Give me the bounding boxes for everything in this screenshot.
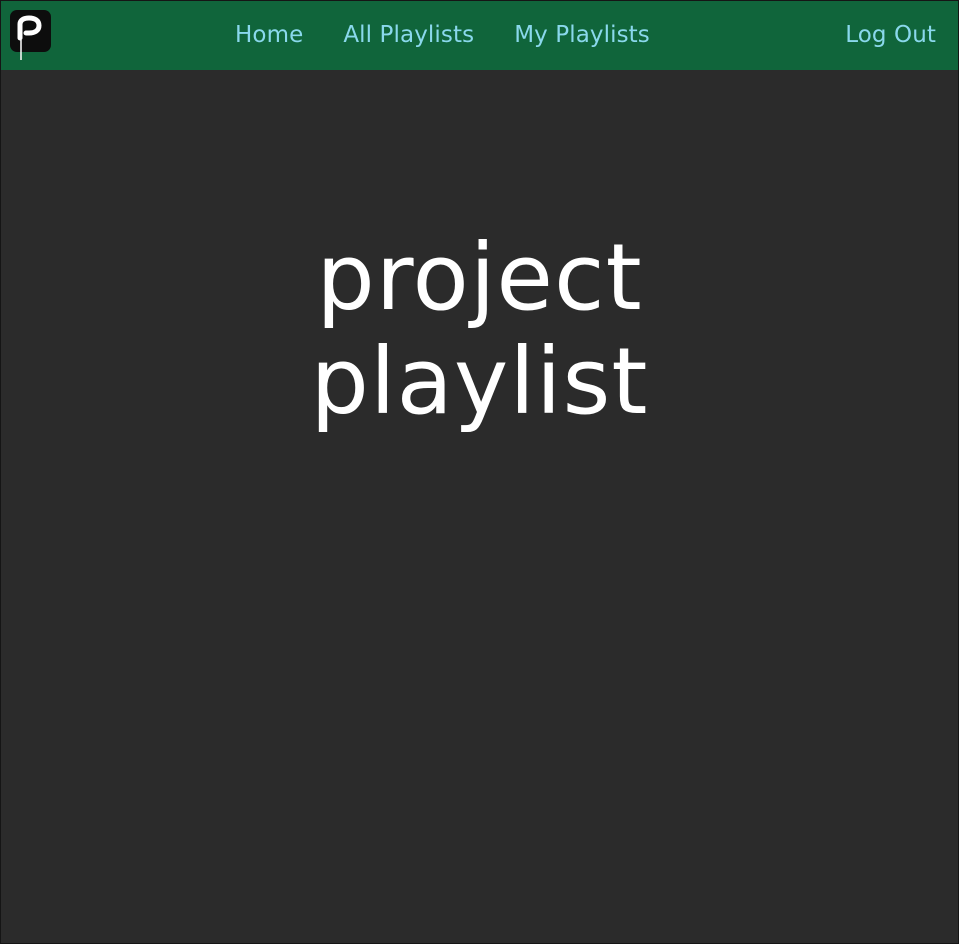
logo[interactable] bbox=[10, 10, 52, 60]
logout-link[interactable]: Log Out bbox=[845, 24, 936, 47]
main-nav: Home All Playlists My Playlists bbox=[235, 1, 690, 70]
top-navbar: Home All Playlists My Playlists Log Out bbox=[1, 1, 958, 70]
hero-title: project playlist bbox=[1, 226, 958, 434]
nav-my-playlists-link[interactable]: My Playlists bbox=[514, 24, 650, 47]
page-frame: Home All Playlists My Playlists Log Out … bbox=[0, 0, 959, 944]
music-note-logo-icon bbox=[10, 10, 51, 60]
hero-title-line-1: project bbox=[316, 224, 643, 331]
hero-title-line-2: playlist bbox=[310, 328, 649, 435]
user-nav: Log Out bbox=[845, 1, 936, 70]
nav-home-link[interactable]: Home bbox=[235, 24, 303, 47]
nav-all-playlists-link[interactable]: All Playlists bbox=[343, 24, 474, 47]
